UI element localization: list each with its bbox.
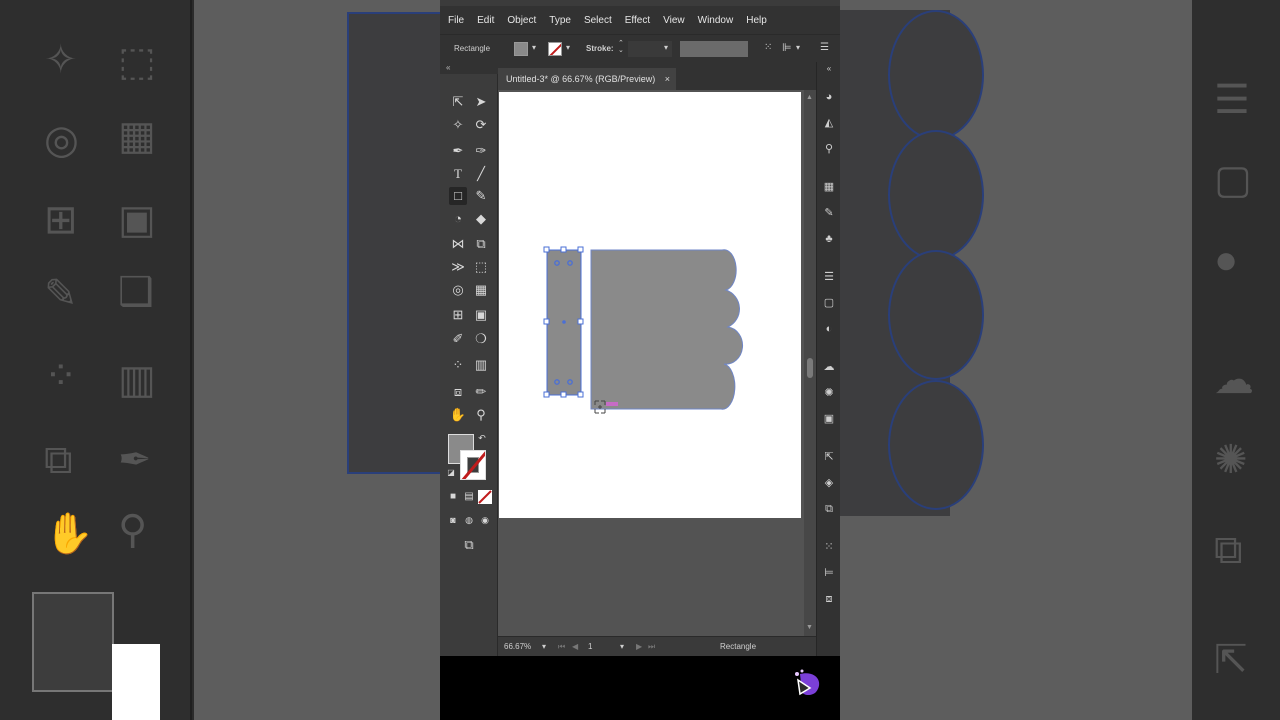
background-shape-bump bbox=[888, 250, 984, 380]
transparency-panel-icon[interactable]: ◐ bbox=[822, 322, 836, 336]
libraries-panel-icon[interactable]: ☁ bbox=[822, 360, 836, 374]
brushes-panel-icon[interactable]: ✎ bbox=[822, 206, 836, 220]
background-appearance-icon: ✺ bbox=[1214, 438, 1248, 482]
background-shape-bump bbox=[888, 380, 984, 510]
appearance-panel-icon[interactable]: ✺ bbox=[822, 386, 836, 400]
background-tools-column: ✧ ⬚ ◎ ▦ ⊞ ▣ ✎ ❑ ⁘ ▥ ⧉ ✒ ✋ ⚲ bbox=[0, 0, 192, 720]
background-symbol-icon: ⁘ bbox=[44, 354, 78, 398]
background-gradient-icon: ▣ bbox=[118, 198, 156, 242]
artwork-layer bbox=[543, 246, 744, 414]
background-hand-icon: ✋ bbox=[44, 512, 94, 556]
background-transparency-icon: ● bbox=[1214, 238, 1239, 282]
background-mesh-icon: ⊞ bbox=[44, 198, 78, 242]
background-perspective-icon: ▦ bbox=[118, 114, 156, 158]
background-shape-bump bbox=[888, 10, 984, 140]
first-artboard-icon[interactable]: ⏮ bbox=[558, 642, 565, 652]
resize-handle[interactable] bbox=[543, 246, 550, 253]
image-trace-panel-icon[interactable]: ⚲ bbox=[822, 142, 836, 156]
status-bar: 66.67% ▾ ⏮ ◀ 1 ▾ ▶ ⏭ Rectangle bbox=[498, 636, 816, 656]
last-artboard-icon[interactable]: ⏭ bbox=[648, 642, 655, 652]
background-blur-right: ☰ ▢ ● ☁ ✺ ⧉ ⇱ bbox=[840, 0, 1280, 720]
layers-panel-icon[interactable]: ◈ bbox=[822, 476, 836, 490]
next-artboard-icon[interactable]: ▶ bbox=[636, 642, 642, 651]
background-shape-bump bbox=[888, 130, 984, 260]
background-panel-column: ☰ ▢ ● ☁ ✺ ⧉ ⇱ bbox=[1192, 0, 1280, 720]
export-panel-icon[interactable]: ⇱ bbox=[822, 450, 836, 464]
panel-dock: « ◕ ◭ ⚲ ▦ ✎ ♣ ☰ ▢ ◐ ☁ ✺ ▣ ⇱ ◈ ⧉ ⁙ ⊨ ⧈ bbox=[816, 62, 840, 656]
background-selected-rectangle bbox=[347, 12, 440, 474]
scroll-down-icon[interactable]: ▼ bbox=[806, 624, 813, 631]
illustrator-window: File Edit Object Type Select Effect View… bbox=[440, 0, 840, 720]
background-fill-swatch bbox=[32, 592, 114, 692]
channel-logo-icon bbox=[795, 669, 820, 696]
background-blend-icon: ❑ bbox=[118, 270, 154, 314]
artboard-caret-icon[interactable]: ▾ bbox=[620, 642, 624, 651]
artboard-number[interactable]: 1 bbox=[588, 642, 592, 651]
background-zoom-icon: ⚲ bbox=[118, 508, 148, 552]
swatches-panel-icon[interactable]: ▦ bbox=[822, 180, 836, 194]
resize-handle[interactable] bbox=[560, 391, 567, 398]
resize-handle[interactable] bbox=[543, 391, 550, 398]
stroke-panel-icon[interactable]: ☰ bbox=[822, 270, 836, 284]
resize-handle[interactable] bbox=[560, 246, 567, 253]
resize-handle[interactable] bbox=[577, 246, 584, 253]
background-blur-left: ✧ ⬚ ◎ ▦ ⊞ ▣ ✎ ❑ ⁘ ▥ ⧉ ✒ ✋ ⚲ bbox=[0, 0, 440, 720]
background-eyedropper-icon: ✎ bbox=[44, 272, 78, 316]
zoom-caret-icon[interactable]: ▾ bbox=[542, 642, 546, 651]
background-export-icon: ⇱ bbox=[1214, 638, 1248, 682]
previous-artboard-icon[interactable]: ◀ bbox=[572, 642, 578, 651]
zoom-level[interactable]: 66.67% bbox=[504, 642, 531, 651]
resize-handle[interactable] bbox=[577, 318, 584, 325]
background-slice-icon: ✒ bbox=[118, 438, 152, 482]
pathfinder-panel-icon[interactable]: ⧈ bbox=[822, 592, 836, 606]
gradient-panel-icon[interactable]: ▢ bbox=[822, 296, 836, 310]
color-panel-icon[interactable]: ◕ bbox=[822, 90, 836, 104]
background-stroke-swatch bbox=[112, 644, 160, 720]
resize-handle[interactable] bbox=[577, 391, 584, 398]
dock-collapse-icon[interactable]: « bbox=[822, 62, 836, 76]
background-artboard-icon: ⧉ bbox=[44, 438, 73, 482]
background-libraries-icon: ☁ bbox=[1214, 358, 1254, 402]
artboards-panel-icon[interactable]: ⧉ bbox=[822, 502, 836, 516]
scroll-thumb[interactable] bbox=[807, 358, 813, 378]
video-frame: ✧ ⬚ ◎ ▦ ⊞ ▣ ✎ ❑ ⁘ ▥ ⧉ ✒ ✋ ⚲ ☰ ▢ ● ☁ ✺ ⧉ … bbox=[0, 0, 1280, 720]
resize-handle[interactable] bbox=[543, 318, 550, 325]
transform-panel-icon[interactable]: ⊨ bbox=[822, 566, 836, 580]
graphic-styles-panel-icon[interactable]: ▣ bbox=[822, 412, 836, 426]
symbols-panel-icon[interactable]: ♣ bbox=[822, 232, 836, 246]
video-bottom-band bbox=[440, 656, 840, 720]
background-magic-wand-icon: ✧ bbox=[44, 38, 78, 82]
background-menu-icon: ☰ bbox=[1214, 78, 1250, 122]
center-point bbox=[562, 320, 566, 324]
scroll-up-icon[interactable]: ▲ bbox=[806, 94, 813, 101]
color-guide-panel-icon[interactable]: ◭ bbox=[822, 116, 836, 130]
background-graphic-styles-icon: ⧉ bbox=[1214, 528, 1243, 572]
background-lasso-icon: ⬚ bbox=[118, 40, 156, 84]
background-gradient-icon: ▢ bbox=[1214, 158, 1252, 202]
background-shape-builder-icon: ◎ bbox=[44, 118, 79, 162]
status-tool-name: Rectangle bbox=[720, 642, 757, 651]
align-panel-icon[interactable]: ⁙ bbox=[822, 540, 836, 554]
vertical-scrollbar[interactable]: ▲ ▼ bbox=[804, 90, 816, 636]
background-graph-icon: ▥ bbox=[118, 358, 156, 402]
scalloped-shape[interactable] bbox=[590, 249, 744, 410]
